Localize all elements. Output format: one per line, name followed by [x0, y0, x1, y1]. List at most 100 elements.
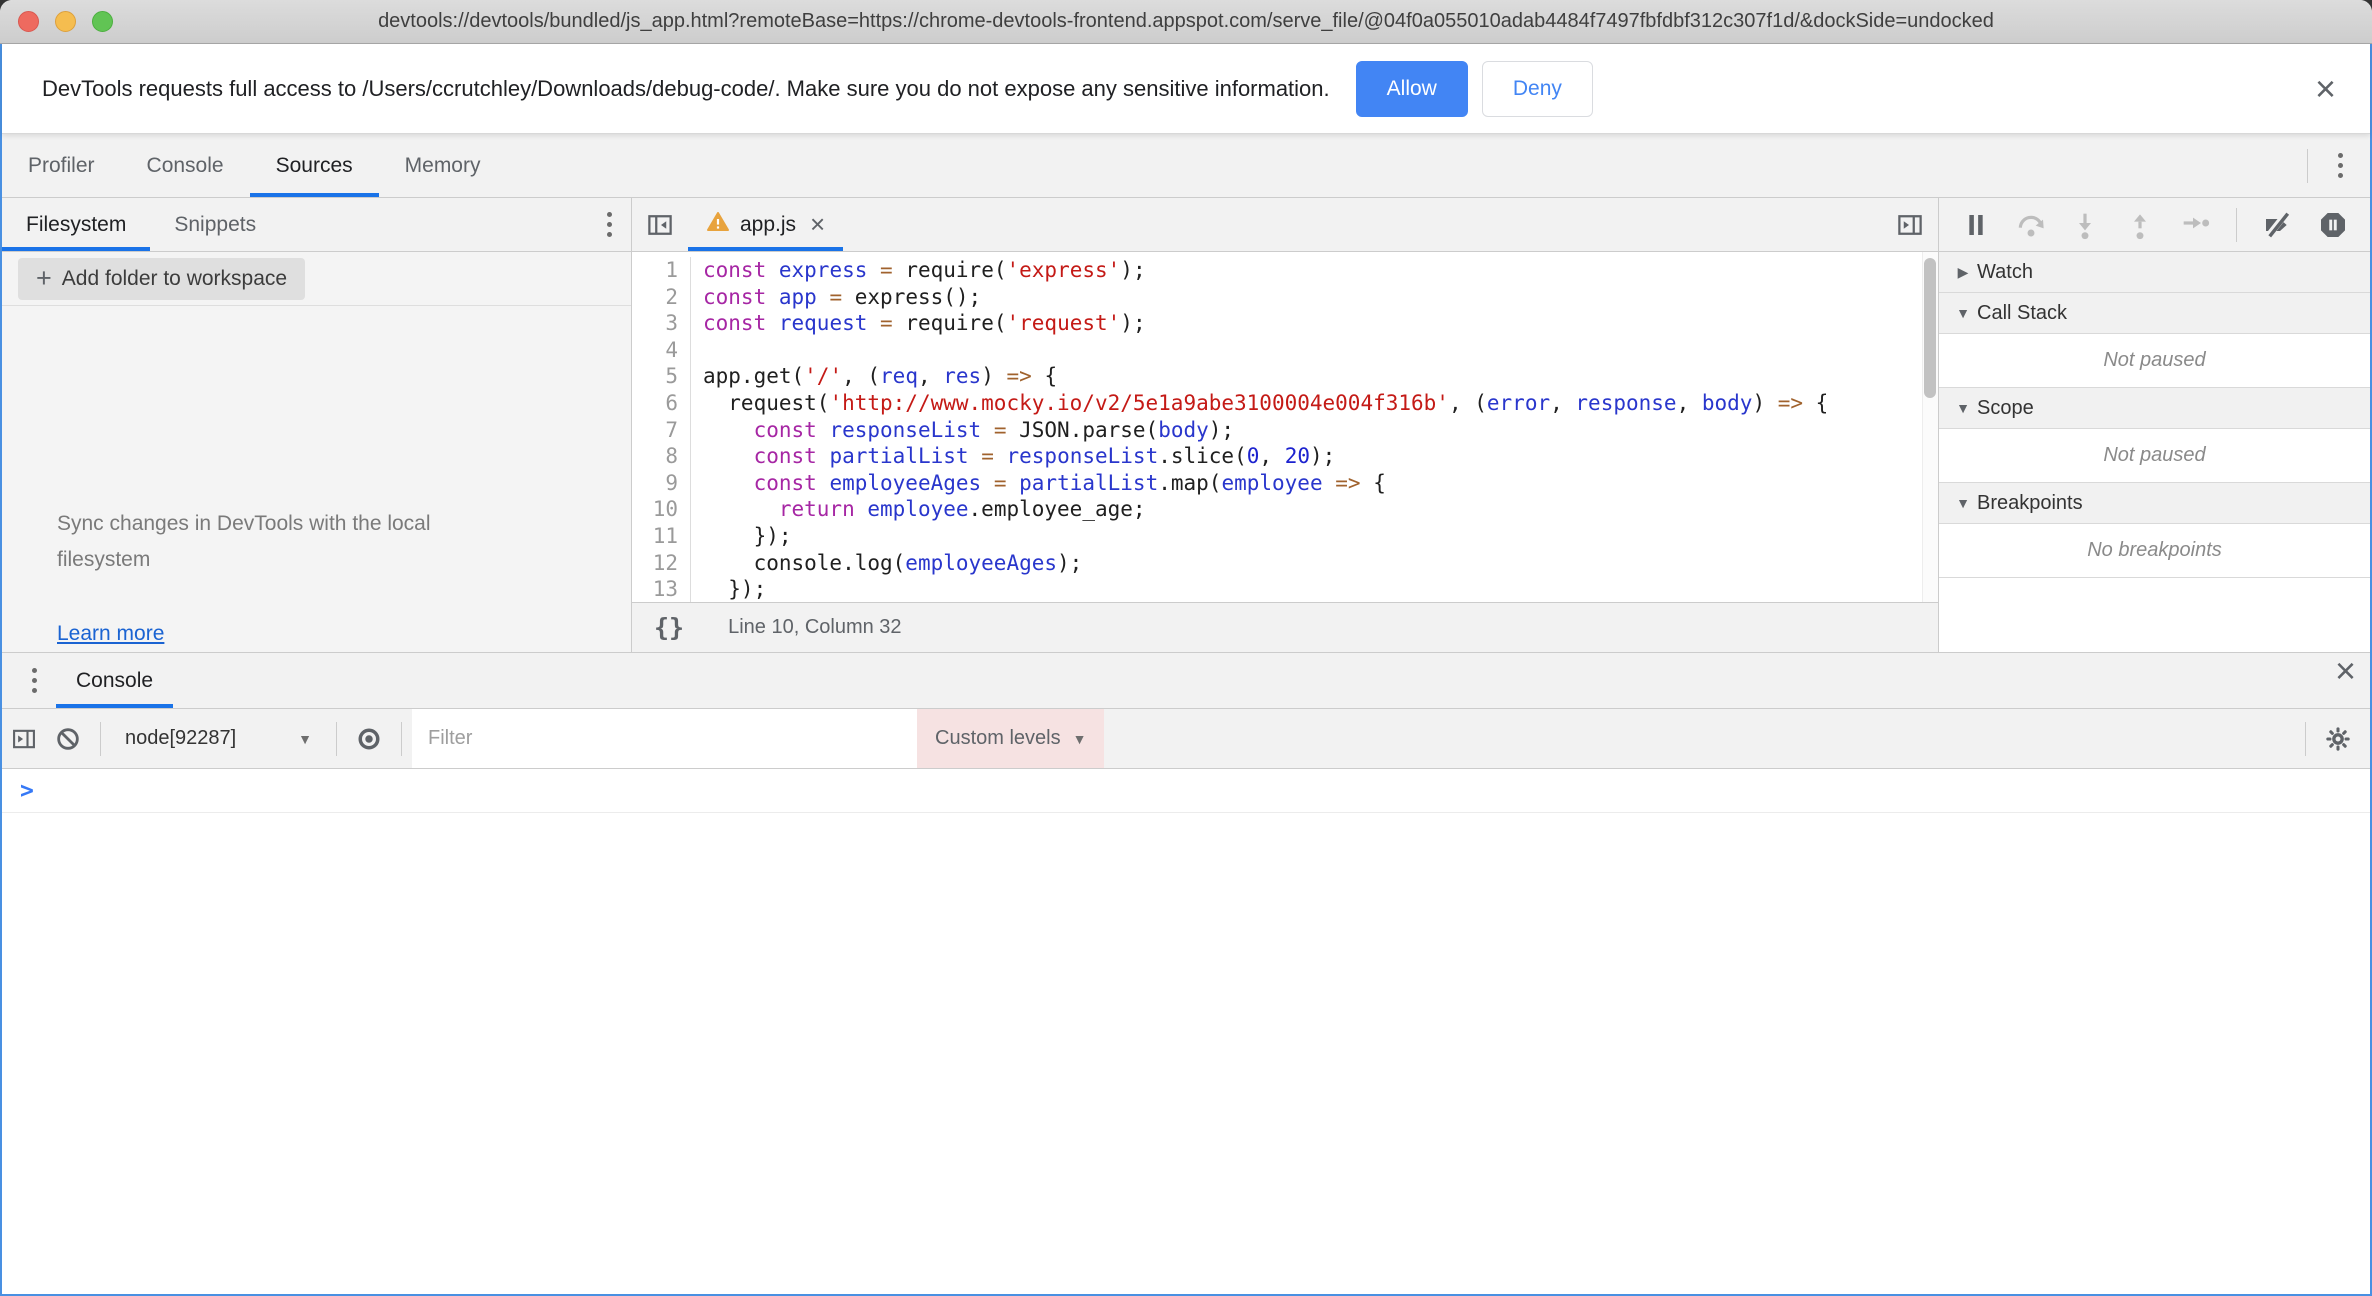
sources-panel: Filesystem Snippets + Add folder to works…: [2, 198, 2370, 652]
line-number[interactable]: 9: [632, 470, 690, 497]
step-out-icon[interactable]: [2117, 203, 2164, 247]
pause-on-exceptions-icon[interactable]: [2309, 203, 2356, 247]
pause-script-icon[interactable]: [1953, 203, 2000, 247]
code-line-1[interactable]: 1const express = require('express');: [632, 257, 1938, 284]
devtools-window: devtools://devtools/bundled/js_app.html?…: [0, 0, 2372, 1296]
editor-tabbar-spacer: [843, 198, 1882, 251]
console-settings-gear-icon[interactable]: [2316, 709, 2360, 768]
code-line-7[interactable]: 7 const responseList = JSON.parse(body);: [632, 417, 1938, 444]
panel-tab-label: Console: [147, 154, 224, 178]
console-sidebar-icon[interactable]: [2, 709, 46, 768]
learn-more-link[interactable]: Learn more: [57, 622, 164, 646]
line-number[interactable]: 10: [632, 496, 690, 523]
code-line-12[interactable]: 12 console.log(employeeAges);: [632, 550, 1938, 577]
code-text: const partialList = responseList.slice(0…: [691, 443, 1335, 470]
drawer-close-icon[interactable]: ×: [2321, 653, 2370, 708]
clear-console-icon[interactable]: [46, 709, 90, 768]
line-number[interactable]: 2: [632, 284, 690, 311]
code-line-4[interactable]: 4: [632, 337, 1938, 364]
code-line-2[interactable]: 2const app = express();: [632, 284, 1938, 311]
section-header-breakpoints[interactable]: ▼Breakpoints: [1939, 483, 2370, 524]
code-line-8[interactable]: 8 const partialList = responseList.slice…: [632, 443, 1938, 470]
navigator-tabbar-spacer: [280, 198, 587, 251]
add-folder-button[interactable]: + Add folder to workspace: [18, 258, 305, 300]
step-icon[interactable]: [2171, 203, 2218, 247]
filter-input[interactable]: [412, 709, 917, 768]
line-number[interactable]: 11: [632, 523, 690, 550]
step-over-icon[interactable]: [2008, 203, 2055, 247]
line-number[interactable]: 7: [632, 417, 690, 444]
drawer-tab-console[interactable]: Console: [56, 653, 173, 708]
panel-tab-memory[interactable]: Memory: [379, 134, 507, 197]
console-prompt[interactable]: >: [2, 769, 2370, 813]
deny-button[interactable]: Deny: [1482, 61, 1593, 117]
code-line-13[interactable]: 13 });: [632, 576, 1938, 602]
hide-navigator-icon[interactable]: [632, 198, 688, 251]
console-toolbar-divider-1: [100, 722, 101, 756]
line-number[interactable]: 1: [632, 257, 690, 284]
debugger-sidebar: ▶Watch▼Call StackNot paused▼ScopeNot pau…: [1938, 198, 2370, 652]
live-expression-eye-icon[interactable]: [347, 709, 391, 768]
line-number[interactable]: 5: [632, 363, 690, 390]
code-line-6[interactable]: 6 request('http://www.mocky.io/v2/5e1a9a…: [632, 390, 1938, 417]
code-text: const responseList = JSON.parse(body);: [691, 417, 1234, 444]
pretty-print-icon[interactable]: {}: [654, 613, 684, 642]
navigator-empty-state: Sync changes in DevTools with the local …: [2, 306, 631, 652]
titlebar: devtools://devtools/bundled/js_app.html?…: [0, 0, 2372, 44]
prompt-chevron-icon: >: [20, 778, 34, 804]
section-header-call-stack[interactable]: ▼Call Stack: [1939, 293, 2370, 334]
console-toolbar-divider-3: [401, 722, 402, 756]
debugger-toolbar: [1939, 198, 2370, 252]
drawer-menu-icon[interactable]: [12, 653, 56, 708]
warning-icon: [706, 210, 730, 240]
code-line-3[interactable]: 3const request = require('request');: [632, 310, 1938, 337]
show-debugger-icon[interactable]: [1882, 198, 1938, 251]
code-text: });: [691, 576, 766, 602]
tab-close-icon[interactable]: ×: [810, 209, 825, 240]
line-number[interactable]: 8: [632, 443, 690, 470]
code-text: return employee.employee_age;: [691, 496, 1146, 523]
section-header-scope[interactable]: ▼Scope: [1939, 388, 2370, 429]
triangle-down-icon: ▼: [1949, 305, 1977, 321]
line-number[interactable]: 12: [632, 550, 690, 577]
navigator-tab-snippets[interactable]: Snippets: [150, 198, 280, 251]
code-text: const express = require('express');: [691, 257, 1146, 284]
code-line-5[interactable]: 5app.get('/', (req, res) => {: [632, 363, 1938, 390]
panel-tab-console[interactable]: Console: [121, 134, 250, 197]
console-messages-area[interactable]: [2, 813, 2370, 1294]
code-line-9[interactable]: 9 const employeeAges = partialList.map(e…: [632, 470, 1938, 497]
editor-scrollbar-thumb[interactable]: [1924, 258, 1936, 398]
panel-tab-sources[interactable]: Sources: [250, 134, 379, 197]
minimize-window-button[interactable]: [55, 11, 76, 32]
main-tabbar-spacer: [506, 134, 2297, 197]
add-folder-label: Add folder to workspace: [62, 267, 287, 291]
custom-levels-dropdown[interactable]: Custom levels ▼: [917, 709, 1104, 768]
line-number[interactable]: 3: [632, 310, 690, 337]
navigator-tab-label: Filesystem: [26, 213, 126, 237]
deactivate-breakpoints-icon[interactable]: [2255, 203, 2302, 247]
section-header-watch[interactable]: ▶Watch: [1939, 252, 2370, 293]
code-editor[interactable]: 1const express = require('express');2con…: [632, 252, 1938, 602]
close-window-button[interactable]: [18, 11, 39, 32]
main-menu-icon[interactable]: [2318, 134, 2362, 197]
navigator-tab-filesystem[interactable]: Filesystem: [2, 198, 150, 251]
navigator-more-options-icon[interactable]: [587, 198, 631, 251]
panel-tab-profiler[interactable]: Profiler: [2, 134, 121, 197]
line-number[interactable]: 4: [632, 337, 690, 364]
triangle-down-icon: ▼: [1949, 495, 1977, 511]
code-line-11[interactable]: 11 });: [632, 523, 1938, 550]
allow-button[interactable]: Allow: [1356, 61, 1468, 117]
execution-context-selector[interactable]: node[92287] ▼: [111, 709, 326, 768]
line-number[interactable]: 13: [632, 576, 690, 602]
context-label: node[92287]: [125, 727, 236, 750]
line-number[interactable]: 6: [632, 390, 690, 417]
devtools-frame: DevTools requests full access to /Users/…: [0, 44, 2372, 1296]
console-drawer: Console × node[92287] ▼: [2, 652, 2370, 1294]
infobar-close-icon[interactable]: ×: [2301, 71, 2350, 107]
triangle-down-icon: ▼: [1949, 400, 1977, 416]
zoom-window-button[interactable]: [92, 11, 113, 32]
traffic-lights: [18, 11, 113, 32]
code-line-10[interactable]: 10 return employee.employee_age;: [632, 496, 1938, 523]
step-into-icon[interactable]: [2062, 203, 2109, 247]
file-tab-appjs[interactable]: app.js ×: [688, 198, 843, 251]
